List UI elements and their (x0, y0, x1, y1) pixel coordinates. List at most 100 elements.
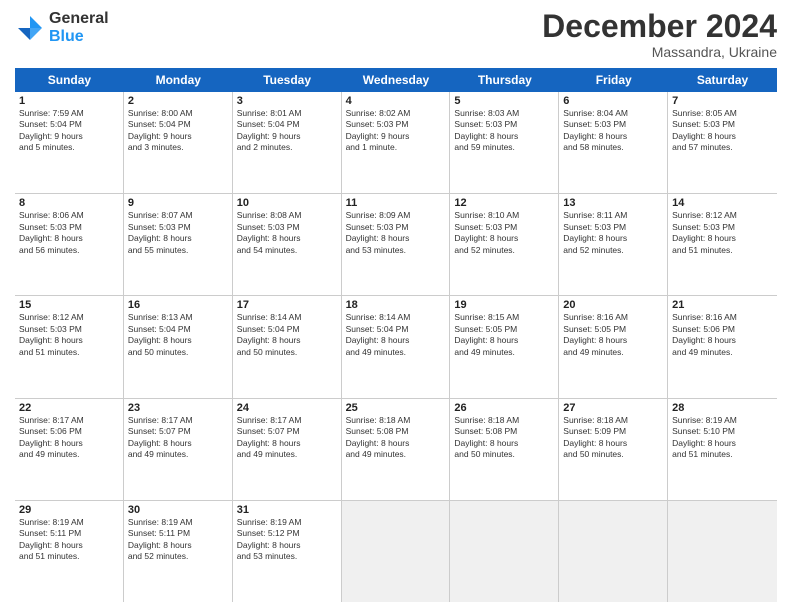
cell-info: Sunrise: 8:13 AM Sunset: 5:04 PM Dayligh… (128, 312, 228, 358)
cell-info: Sunrise: 8:19 AM Sunset: 5:12 PM Dayligh… (237, 517, 337, 563)
calendar-cell (559, 501, 668, 602)
calendar-row-5: 29Sunrise: 8:19 AM Sunset: 5:11 PM Dayli… (15, 501, 777, 602)
calendar-cell: 6Sunrise: 8:04 AM Sunset: 5:03 PM Daylig… (559, 92, 668, 193)
calendar-cell: 4Sunrise: 8:02 AM Sunset: 5:03 PM Daylig… (342, 92, 451, 193)
calendar-cell: 18Sunrise: 8:14 AM Sunset: 5:04 PM Dayli… (342, 296, 451, 397)
day-number: 19 (454, 299, 554, 311)
day-number: 29 (19, 504, 119, 516)
calendar-cell: 7Sunrise: 8:05 AM Sunset: 5:03 PM Daylig… (668, 92, 777, 193)
calendar-cell (450, 501, 559, 602)
day-number: 16 (128, 299, 228, 311)
cell-info: Sunrise: 8:01 AM Sunset: 5:04 PM Dayligh… (237, 108, 337, 154)
calendar-cell: 11Sunrise: 8:09 AM Sunset: 5:03 PM Dayli… (342, 194, 451, 295)
day-number: 26 (454, 402, 554, 414)
cell-info: Sunrise: 8:00 AM Sunset: 5:04 PM Dayligh… (128, 108, 228, 154)
cell-info: Sunrise: 8:16 AM Sunset: 5:05 PM Dayligh… (563, 312, 663, 358)
cell-info: Sunrise: 8:14 AM Sunset: 5:04 PM Dayligh… (346, 312, 446, 358)
calendar-cell: 22Sunrise: 8:17 AM Sunset: 5:06 PM Dayli… (15, 399, 124, 500)
cell-info: Sunrise: 8:17 AM Sunset: 5:07 PM Dayligh… (128, 415, 228, 461)
day-number: 12 (454, 197, 554, 209)
cell-info: Sunrise: 8:19 AM Sunset: 5:10 PM Dayligh… (672, 415, 773, 461)
logo: General Blue (15, 10, 109, 45)
calendar-cell: 28Sunrise: 8:19 AM Sunset: 5:10 PM Dayli… (668, 399, 777, 500)
calendar-cell: 15Sunrise: 8:12 AM Sunset: 5:03 PM Dayli… (15, 296, 124, 397)
cell-info: Sunrise: 8:19 AM Sunset: 5:11 PM Dayligh… (19, 517, 119, 563)
day-number: 9 (128, 197, 228, 209)
day-number: 27 (563, 402, 663, 414)
calendar-cell: 20Sunrise: 8:16 AM Sunset: 5:05 PM Dayli… (559, 296, 668, 397)
day-number: 8 (19, 197, 119, 209)
calendar-cell: 9Sunrise: 8:07 AM Sunset: 5:03 PM Daylig… (124, 194, 233, 295)
calendar-cell: 25Sunrise: 8:18 AM Sunset: 5:08 PM Dayli… (342, 399, 451, 500)
logo-icon (15, 13, 45, 43)
day-number: 1 (19, 95, 119, 107)
page: General Blue December 2024 Massandra, Uk… (0, 0, 792, 612)
title-block: December 2024 Massandra, Ukraine (542, 10, 777, 60)
cell-info: Sunrise: 8:19 AM Sunset: 5:11 PM Dayligh… (128, 517, 228, 563)
day-number: 17 (237, 299, 337, 311)
cell-info: Sunrise: 8:17 AM Sunset: 5:07 PM Dayligh… (237, 415, 337, 461)
calendar-header: SundayMondayTuesdayWednesdayThursdayFrid… (15, 68, 777, 92)
calendar-cell: 13Sunrise: 8:11 AM Sunset: 5:03 PM Dayli… (559, 194, 668, 295)
calendar-cell: 5Sunrise: 8:03 AM Sunset: 5:03 PM Daylig… (450, 92, 559, 193)
day-number: 24 (237, 402, 337, 414)
header: General Blue December 2024 Massandra, Uk… (15, 10, 777, 60)
weekday-header-saturday: Saturday (668, 68, 777, 92)
calendar-cell: 3Sunrise: 8:01 AM Sunset: 5:04 PM Daylig… (233, 92, 342, 193)
cell-info: Sunrise: 7:59 AM Sunset: 5:04 PM Dayligh… (19, 108, 119, 154)
day-number: 2 (128, 95, 228, 107)
day-number: 20 (563, 299, 663, 311)
day-number: 14 (672, 197, 773, 209)
day-number: 15 (19, 299, 119, 311)
cell-info: Sunrise: 8:18 AM Sunset: 5:08 PM Dayligh… (346, 415, 446, 461)
day-number: 25 (346, 402, 446, 414)
calendar-cell: 24Sunrise: 8:17 AM Sunset: 5:07 PM Dayli… (233, 399, 342, 500)
day-number: 11 (346, 197, 446, 209)
calendar-cell: 10Sunrise: 8:08 AM Sunset: 5:03 PM Dayli… (233, 194, 342, 295)
cell-info: Sunrise: 8:02 AM Sunset: 5:03 PM Dayligh… (346, 108, 446, 154)
cell-info: Sunrise: 8:18 AM Sunset: 5:08 PM Dayligh… (454, 415, 554, 461)
cell-info: Sunrise: 8:15 AM Sunset: 5:05 PM Dayligh… (454, 312, 554, 358)
calendar-cell: 8Sunrise: 8:06 AM Sunset: 5:03 PM Daylig… (15, 194, 124, 295)
calendar-cell: 17Sunrise: 8:14 AM Sunset: 5:04 PM Dayli… (233, 296, 342, 397)
calendar-cell (668, 501, 777, 602)
calendar-cell: 16Sunrise: 8:13 AM Sunset: 5:04 PM Dayli… (124, 296, 233, 397)
day-number: 5 (454, 95, 554, 107)
calendar-row-4: 22Sunrise: 8:17 AM Sunset: 5:06 PM Dayli… (15, 399, 777, 501)
cell-info: Sunrise: 8:03 AM Sunset: 5:03 PM Dayligh… (454, 108, 554, 154)
location: Massandra, Ukraine (542, 44, 777, 60)
calendar-cell: 12Sunrise: 8:10 AM Sunset: 5:03 PM Dayli… (450, 194, 559, 295)
weekday-header-friday: Friday (559, 68, 668, 92)
cell-info: Sunrise: 8:12 AM Sunset: 5:03 PM Dayligh… (19, 312, 119, 358)
weekday-header-tuesday: Tuesday (233, 68, 342, 92)
calendar-cell (342, 501, 451, 602)
calendar-cell: 14Sunrise: 8:12 AM Sunset: 5:03 PM Dayli… (668, 194, 777, 295)
cell-info: Sunrise: 8:11 AM Sunset: 5:03 PM Dayligh… (563, 210, 663, 256)
cell-info: Sunrise: 8:06 AM Sunset: 5:03 PM Dayligh… (19, 210, 119, 256)
cell-info: Sunrise: 8:10 AM Sunset: 5:03 PM Dayligh… (454, 210, 554, 256)
logo-text: General Blue (49, 10, 109, 45)
day-number: 10 (237, 197, 337, 209)
cell-info: Sunrise: 8:09 AM Sunset: 5:03 PM Dayligh… (346, 210, 446, 256)
weekday-header-wednesday: Wednesday (342, 68, 451, 92)
cell-info: Sunrise: 8:17 AM Sunset: 5:06 PM Dayligh… (19, 415, 119, 461)
calendar-cell: 1Sunrise: 7:59 AM Sunset: 5:04 PM Daylig… (15, 92, 124, 193)
calendar-row-3: 15Sunrise: 8:12 AM Sunset: 5:03 PM Dayli… (15, 296, 777, 398)
day-number: 23 (128, 402, 228, 414)
calendar-row-2: 8Sunrise: 8:06 AM Sunset: 5:03 PM Daylig… (15, 194, 777, 296)
day-number: 28 (672, 402, 773, 414)
day-number: 6 (563, 95, 663, 107)
cell-info: Sunrise: 8:12 AM Sunset: 5:03 PM Dayligh… (672, 210, 773, 256)
day-number: 7 (672, 95, 773, 107)
month-title: December 2024 (542, 10, 777, 42)
calendar-row-1: 1Sunrise: 7:59 AM Sunset: 5:04 PM Daylig… (15, 92, 777, 194)
calendar-cell: 19Sunrise: 8:15 AM Sunset: 5:05 PM Dayli… (450, 296, 559, 397)
cell-info: Sunrise: 8:14 AM Sunset: 5:04 PM Dayligh… (237, 312, 337, 358)
calendar-cell: 31Sunrise: 8:19 AM Sunset: 5:12 PM Dayli… (233, 501, 342, 602)
calendar-cell: 23Sunrise: 8:17 AM Sunset: 5:07 PM Dayli… (124, 399, 233, 500)
calendar-cell: 27Sunrise: 8:18 AM Sunset: 5:09 PM Dayli… (559, 399, 668, 500)
weekday-header-sunday: Sunday (15, 68, 124, 92)
weekday-header-monday: Monday (124, 68, 233, 92)
calendar-cell: 30Sunrise: 8:19 AM Sunset: 5:11 PM Dayli… (124, 501, 233, 602)
cell-info: Sunrise: 8:16 AM Sunset: 5:06 PM Dayligh… (672, 312, 773, 358)
